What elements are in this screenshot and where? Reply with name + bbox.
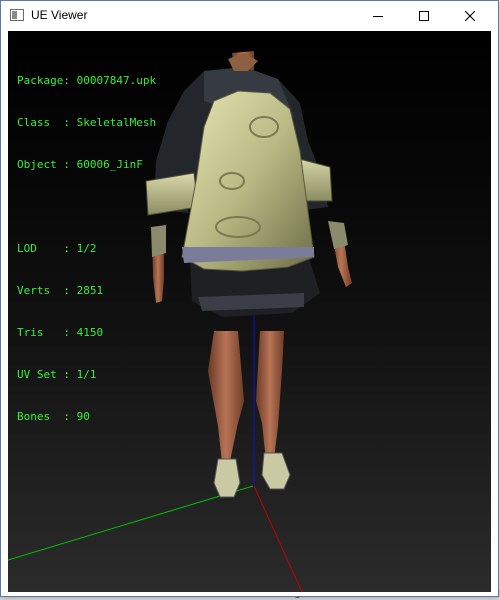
info-lod: LOD : 1/2 — [17, 242, 97, 255]
axis-y-line — [253, 485, 303, 592]
maximize-button[interactable] — [401, 1, 447, 31]
minimize-button[interactable] — [355, 1, 401, 31]
info-tris: Tris : 4150 — [17, 326, 104, 339]
info-package: Package: 00007847.upk — [17, 74, 157, 87]
title-bar[interactable]: UE Viewer — [1, 1, 498, 31]
axis-x-line — [8, 485, 254, 561]
info-object: Object : 60006_JinF — [17, 158, 143, 171]
skeletal-mesh-model — [145, 51, 352, 498]
info-class: Class : SkeletalMesh — [17, 116, 157, 129]
3d-viewport[interactable]: Package: 00007847.upk Class : SkeletalMe… — [8, 31, 491, 592]
info-uvset: UV Set : 1/1 — [17, 368, 97, 381]
close-icon — [465, 11, 475, 21]
app-window-icon[interactable] — [10, 9, 24, 21]
info-bones: Bones : 90 — [17, 410, 90, 423]
info-verts: Verts : 2851 — [17, 284, 104, 297]
mesh-info-panel: Package: 00007847.upk Class : SkeletalMe… — [17, 46, 156, 452]
close-button[interactable] — [447, 1, 493, 31]
minimize-icon — [373, 16, 383, 17]
ue-viewer-window: UE Viewer Package: 00007847.upk Class: … — [0, 0, 499, 597]
window-title: UE Viewer — [31, 8, 88, 22]
maximize-icon — [419, 11, 429, 21]
